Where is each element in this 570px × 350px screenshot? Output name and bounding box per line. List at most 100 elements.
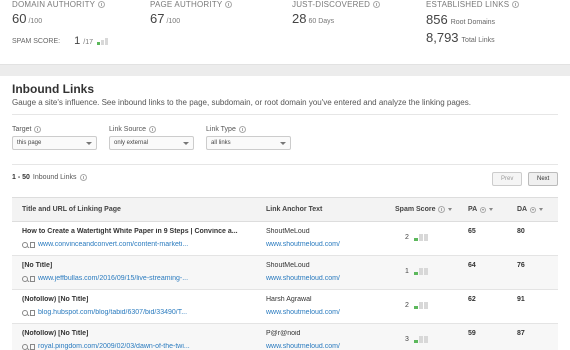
info-icon[interactable] — [225, 1, 233, 8]
link-type-select[interactable]: all links — [206, 136, 291, 150]
domain-authority-label: DOMAIN AUTHORITY — [12, 0, 96, 9]
spam-score-value: 1 — [74, 35, 81, 47]
info-icon — [438, 206, 446, 213]
sort-arrow-icon — [448, 208, 453, 211]
next-button[interactable]: Next — [528, 172, 559, 186]
inbound-links-description: Gauge a site's influence. See inbound li… — [12, 98, 471, 107]
search-icon[interactable] — [22, 241, 28, 248]
established-links-label: ESTABLISHED LINKS — [426, 0, 510, 9]
row-url-link[interactable]: www.convinceandconvert.com/content-marke… — [38, 241, 188, 248]
results-range: 1 - 50 — [12, 174, 30, 181]
root-domains-label: Root Domains — [450, 19, 496, 26]
info-icon[interactable] — [79, 174, 87, 181]
just-discovered-suffix: 60 Days — [308, 18, 335, 25]
row-da: 76 — [517, 262, 525, 269]
root-domains-value: 856 — [426, 12, 448, 27]
link-type-label: Link Type — [206, 126, 236, 133]
spam-score-metric: SPAM SCORE: 1 /17 — [12, 35, 109, 47]
spam-score-bars-icon — [413, 302, 429, 309]
sort-arrow-icon — [489, 208, 494, 211]
page-authority-suffix: /100 — [166, 18, 181, 25]
table-row: [No Title] www.jeffbullas.com/2016/09/15… — [12, 256, 558, 290]
table-row: (Nofollow) [No Title] royal.pingdom.com/… — [12, 324, 558, 350]
sort-icon — [530, 206, 537, 213]
inbound-links-table: Title and URL of Linking Page Link Ancho… — [12, 197, 558, 350]
domain-authority-metric: DOMAIN AUTHORITY 60/100 — [12, 0, 106, 26]
spam-score-bars-icon — [413, 336, 429, 343]
row-anchor-domain-link[interactable]: www.shoutmeloud.com/ — [266, 343, 340, 350]
info-icon[interactable] — [373, 1, 381, 8]
row-title: How to Create a Watertight White Paper i… — [22, 228, 238, 235]
page-icon — [30, 241, 35, 248]
target-select[interactable]: this page — [12, 136, 97, 150]
row-anchor-text: Harsh Agrawal — [266, 296, 312, 303]
column-header-pa[interactable]: PA — [468, 206, 494, 213]
search-icon[interactable] — [22, 275, 28, 282]
spam-score-bars-icon — [413, 268, 429, 275]
domain-authority-value: 60 — [12, 11, 27, 26]
sort-arrow-icon — [539, 208, 544, 211]
spam-score-suffix: /17 — [83, 39, 94, 46]
row-pa: 59 — [468, 330, 476, 337]
info-icon[interactable] — [512, 1, 520, 8]
table-header: Title and URL of Linking Page Link Ancho… — [12, 198, 558, 222]
link-source-select[interactable]: only external — [109, 136, 194, 150]
row-spam-score: 3 — [405, 336, 409, 343]
column-header-anchor: Link Anchor Text — [266, 206, 323, 213]
section-divider — [0, 64, 570, 76]
row-url-link[interactable]: www.jeffbullas.com/2016/09/15/live-strea… — [38, 275, 188, 282]
row-spam-score: 2 — [405, 302, 409, 309]
row-anchor-domain-link[interactable]: www.shoutmeloud.com/ — [266, 275, 340, 282]
chevron-down-icon — [183, 142, 189, 145]
inbound-links-section: Inbound Links Gauge a site's influence. … — [0, 76, 570, 350]
spam-score-bars-icon — [413, 234, 429, 241]
column-header-da[interactable]: DA — [517, 206, 544, 213]
info-icon[interactable] — [148, 126, 156, 133]
page-authority-value: 67 — [150, 11, 165, 26]
info-icon[interactable] — [238, 126, 246, 133]
search-icon[interactable] — [22, 309, 28, 316]
target-label: Target — [12, 126, 32, 133]
prev-button[interactable]: Prev — [492, 172, 523, 186]
info-icon[interactable] — [98, 1, 106, 8]
domain-authority-suffix: /100 — [28, 18, 43, 25]
row-anchor-text: ShoutMeLoud — [266, 262, 310, 269]
spam-score-label: SPAM SCORE: — [12, 37, 61, 45]
inbound-links-title: Inbound Links — [12, 82, 94, 96]
chevron-down-icon — [280, 142, 286, 145]
row-anchor-domain-link[interactable]: www.shoutmeloud.com/ — [266, 309, 340, 316]
just-discovered-label: JUST-DISCOVERED — [292, 0, 371, 9]
column-header-spam[interactable]: Spam Score — [395, 206, 453, 213]
row-anchor-domain-link[interactable]: www.shoutmeloud.com/ — [266, 241, 340, 248]
row-pa: 64 — [468, 262, 476, 269]
results-count: 1 - 50 Inbound Links — [12, 174, 87, 181]
results-label: Inbound Links — [32, 174, 77, 181]
total-links-label: Total Links — [461, 37, 495, 44]
row-da: 91 — [517, 296, 525, 303]
chevron-down-icon — [86, 142, 92, 145]
divider — [12, 164, 558, 165]
column-header-title: Title and URL of Linking Page — [22, 206, 121, 213]
row-anchor-text: ShoutMeLoud — [266, 228, 310, 235]
table-row: (Nofollow) [No Title] blog.hubspot.com/b… — [12, 290, 558, 324]
table-row: How to Create a Watertight White Paper i… — [12, 222, 558, 256]
page-icon — [30, 343, 35, 350]
row-title: (Nofollow) [No Title] — [22, 296, 89, 303]
sort-icon — [480, 206, 487, 213]
search-icon[interactable] — [22, 343, 28, 350]
divider — [12, 114, 558, 115]
row-da: 80 — [517, 228, 525, 235]
target-filter: Target this page — [12, 126, 97, 150]
link-source-label: Link Source — [109, 126, 146, 133]
row-url-link[interactable]: royal.pingdom.com/2009/02/03/dawn-of-the… — [38, 343, 190, 350]
row-da: 87 — [517, 330, 525, 337]
page-icon — [30, 309, 35, 316]
spam-score-bars-icon — [97, 37, 109, 45]
row-spam-score: 1 — [405, 268, 409, 275]
row-spam-score: 2 — [405, 234, 409, 241]
info-icon[interactable] — [34, 126, 42, 133]
row-pa: 62 — [468, 296, 476, 303]
row-title: (Nofollow) [No Title] — [22, 330, 89, 337]
row-url-link[interactable]: blog.hubspot.com/blog/tabid/6307/bid/334… — [38, 309, 187, 316]
row-title: [No Title] — [22, 262, 53, 269]
